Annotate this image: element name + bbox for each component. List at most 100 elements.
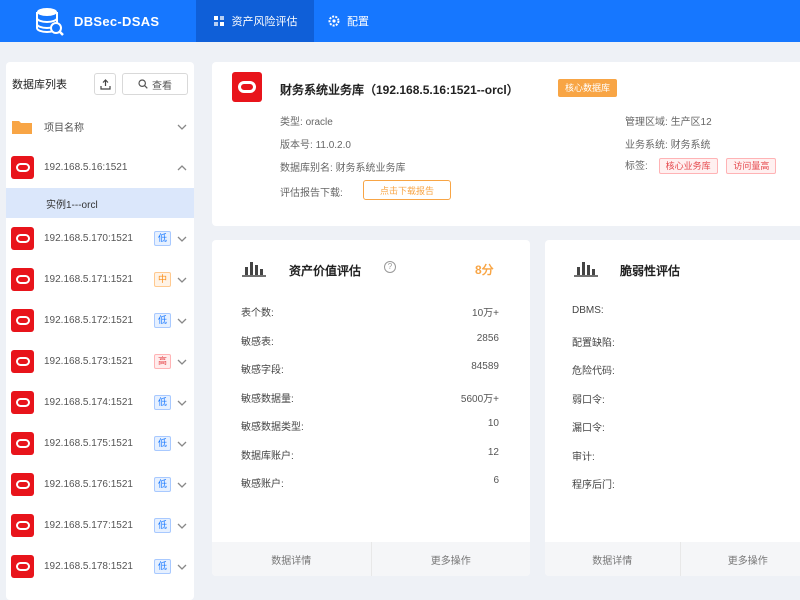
- database-item-label: 192.168.5.174:1521: [44, 397, 133, 408]
- metric-label: 数据库账户:: [241, 450, 294, 462]
- chevron-down-icon: [177, 236, 187, 242]
- project-group-label: 项目名称: [44, 123, 84, 134]
- metric-value: 6: [493, 475, 499, 486]
- risk-level-badge: 低: [153, 231, 171, 246]
- database-header-card: 财务系统业务库（192.168.5.16:1521--orcl） 核心数据库 类…: [212, 62, 800, 226]
- metric-value: 10: [487, 418, 499, 429]
- database-item-label: 192.168.5.173:1521: [44, 356, 133, 367]
- metric-row: 敏感表: 2856: [241, 333, 499, 348]
- tab-config[interactable]: 配置: [314, 0, 383, 42]
- oracle-icon: [11, 309, 34, 332]
- core-database-badge: 核心数据库: [558, 79, 618, 97]
- data-details-button[interactable]: 数据详情: [212, 542, 371, 576]
- report-label: 评估报告下载:: [280, 188, 343, 199]
- metric-label: 敏感字段:: [241, 365, 284, 376]
- database-item[interactable]: 192.168.5.174:1521 低: [6, 382, 194, 423]
- risk-level-badge: 低: [153, 313, 171, 328]
- search-button[interactable]: 查看: [122, 73, 188, 95]
- zone-label: 管理区域:: [625, 117, 668, 128]
- metric-row: 表个数: 10万+: [241, 304, 499, 319]
- version-value: 11.0.2.0: [315, 140, 351, 151]
- project-group-row[interactable]: 项目名称: [6, 106, 194, 147]
- vulnerability-item: 危险代码:: [572, 366, 615, 377]
- metric-value: 84589: [471, 361, 499, 372]
- database-title: 财务系统业务库（192.168.5.16:1521--orcl）: [280, 83, 519, 97]
- database-item-label: 192.168.5.16:1521: [44, 162, 128, 173]
- database-item[interactable]: 192.168.5.176:1521 低: [6, 464, 194, 505]
- folder-icon: [12, 120, 32, 134]
- database-logo-icon: [36, 8, 64, 36]
- tags-field: 标签: 核心业务库 访问量高: [625, 157, 782, 174]
- risk-level-badge: 低: [153, 518, 171, 533]
- asset-value-score: 8分: [475, 263, 494, 277]
- report-field: 评估报告下载:: [280, 184, 343, 199]
- chevron-down-icon: [177, 523, 187, 529]
- risk-level-badge: 低: [153, 436, 171, 451]
- metric-row: 敏感数据量: 5600万+: [241, 390, 499, 405]
- database-item[interactable]: 192.168.5.177:1521 低: [6, 505, 194, 546]
- tag-core-business: 核心业务库: [658, 158, 718, 174]
- version-field: 版本号: 11.0.2.0: [280, 136, 351, 151]
- database-item[interactable]: 192.168.5.170:1521 低: [6, 218, 194, 259]
- more-actions-button[interactable]: 更多操作: [370, 542, 531, 576]
- tab-asset-risk[interactable]: 资产风险评估: [196, 0, 314, 42]
- metric-row: 敏感数据类型: 10: [241, 418, 499, 433]
- vulnerability-title: 脆弱性评估: [620, 264, 681, 278]
- alias-value: 财务系统业务库: [335, 163, 406, 174]
- brand[interactable]: DBSec-DSAS: [0, 0, 196, 42]
- database-item-label: 192.168.5.177:1521: [44, 520, 133, 531]
- database-item-label: 192.168.5.170:1521: [44, 233, 133, 244]
- database-item[interactable]: 192.168.5.175:1521 低: [6, 423, 194, 464]
- database-item[interactable]: 192.168.5.178:1521 低: [6, 546, 194, 587]
- metric-label: 敏感表:: [241, 336, 274, 348]
- chevron-down-icon: [177, 277, 187, 283]
- vulnerability-item: 漏口令:: [572, 423, 605, 434]
- metric-value: 10万+: [472, 308, 499, 319]
- bar-chart-icon: [242, 262, 266, 277]
- type-label: 类型:: [280, 117, 303, 128]
- chevron-down-icon: [177, 318, 187, 324]
- oracle-icon: [11, 514, 34, 537]
- top-bar: DBSec-DSAS 资产风险评估 配置: [0, 0, 800, 42]
- chevron-down-icon: [177, 564, 187, 570]
- upload-icon: [99, 78, 111, 90]
- info-icon[interactable]: ?: [384, 261, 396, 273]
- oracle-icon: [11, 391, 34, 414]
- oracle-icon: [11, 268, 34, 291]
- instance-item-selected[interactable]: 实例1---orcl: [6, 188, 194, 218]
- database-item-label: 192.168.5.171:1521: [44, 274, 133, 285]
- zone-field: 管理区域: 生产区12: [625, 113, 712, 128]
- oracle-icon: [232, 72, 262, 102]
- database-list: 192.168.5.170:1521 低 192.168.5.171:1521 中 19…: [6, 218, 194, 587]
- metric-value: 12: [487, 446, 499, 458]
- download-report-button[interactable]: 点击下载报告: [363, 180, 451, 200]
- database-item[interactable]: 192.168.5.171:1521 中: [6, 259, 194, 300]
- asset-value-panel: 资产价值评估 ? 8分 表个数: 10万+ 敏感表: 2856 敏感字段: 84589 敏感…: [212, 240, 530, 576]
- metric-value: 2856: [476, 332, 499, 344]
- database-item[interactable]: 192.168.5.172:1521 低: [6, 300, 194, 341]
- metric-label: 表个数:: [241, 308, 274, 319]
- oracle-icon: [11, 555, 34, 578]
- chevron-down-icon: [177, 441, 187, 447]
- tag-high-traffic: 访问量高: [726, 158, 777, 174]
- search-icon: [138, 79, 148, 89]
- oracle-icon: [11, 473, 34, 496]
- tags-label: 标签:: [625, 161, 648, 172]
- brand-title: DBSec-DSAS: [74, 13, 160, 29]
- vulnerability-item: 程序后门:: [572, 480, 615, 491]
- chevron-down-icon: [177, 359, 187, 365]
- sidebar-header: 数据库列表 查看: [6, 62, 194, 106]
- metric-label: 敏感数据类型:: [241, 422, 304, 433]
- export-button[interactable]: [94, 73, 116, 95]
- database-list-sidebar: 数据库列表 查看 项目名称 192.168.5.16:1521 实例1---or…: [6, 62, 194, 600]
- data-details-button[interactable]: 数据详情: [545, 542, 680, 576]
- business-system-label: 业务系统:: [625, 140, 668, 151]
- more-actions-button[interactable]: 更多操作: [679, 542, 800, 576]
- database-item-label: 192.168.5.176:1521: [44, 479, 133, 490]
- metric-label: 敏感数据量:: [241, 393, 294, 405]
- metric-row: 敏感字段: 84589: [241, 361, 499, 376]
- database-item-expanded[interactable]: 192.168.5.16:1521: [6, 147, 194, 188]
- gear-icon: [328, 15, 340, 27]
- business-system-value: 财务系统: [670, 140, 711, 151]
- database-item[interactable]: 192.168.5.173:1521 高: [6, 341, 194, 382]
